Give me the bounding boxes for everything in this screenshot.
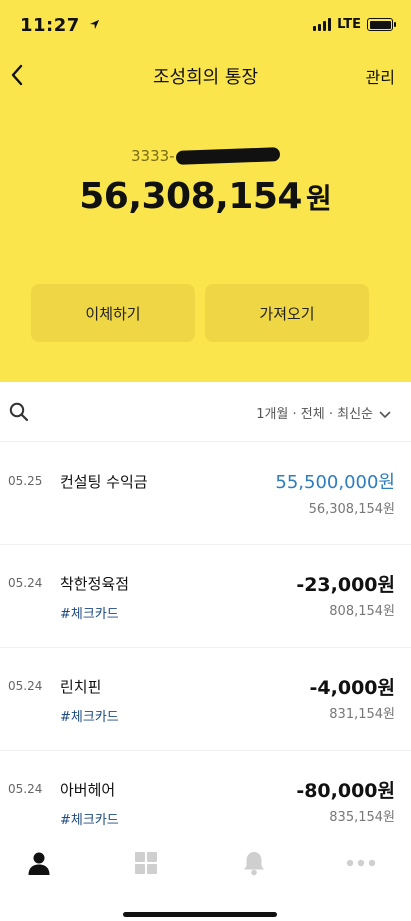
page-title: 조성희의 통장 [152, 67, 259, 88]
transaction-row[interactable]: 05.24 린치핀 #체크카드 -4,000원 831,154원 [0, 648, 411, 751]
transaction-name: 린치핀 [60, 678, 102, 696]
tab-my-account[interactable] [24, 848, 54, 878]
manage-button[interactable]: 관리 [366, 64, 395, 88]
account-balance: 56,308,154 원 [0, 176, 411, 217]
tab-services[interactable] [131, 848, 161, 878]
account-number-redaction [175, 147, 280, 165]
transaction-balance: 808,154원 [329, 604, 395, 619]
transaction-date: 05.25 [8, 474, 43, 488]
balance-amount: 56,308,154 [79, 176, 302, 217]
filter-options[interactable]: 1개월 · 전체 · 최신순 [256, 403, 373, 422]
transaction-date: 05.24 [8, 576, 43, 590]
network-label: LTE [337, 17, 361, 32]
search-icon [9, 402, 29, 422]
status-bar: 11:27 LTE [0, 0, 411, 52]
account-number-prefix: 3333- [131, 147, 175, 165]
transaction-tag[interactable]: #체크카드 [60, 603, 119, 622]
person-icon [28, 852, 50, 875]
transaction-amount: 55,500,000원 [275, 472, 395, 493]
transaction-amount: -23,000원 [296, 574, 395, 596]
chevron-down-icon [379, 411, 391, 418]
transaction-amount: -80,000원 [296, 780, 395, 802]
fetch-button[interactable]: 가져오기 [205, 284, 369, 342]
battery-icon [367, 18, 396, 31]
account-number[interactable]: 3333- [131, 147, 280, 165]
more-icon [346, 859, 376, 867]
tab-more[interactable] [346, 848, 376, 878]
transaction-name: 착한정육점 [60, 575, 130, 593]
transaction-name: 컨설팅 수익금 [60, 473, 148, 491]
transaction-balance: 831,154원 [329, 707, 395, 722]
transfer-button[interactable]: 이체하기 [31, 284, 195, 342]
nav-header: 조성희의 통장 관리 [0, 52, 411, 98]
transaction-tag[interactable]: #체크카드 [60, 809, 119, 828]
search-button[interactable] [9, 402, 29, 422]
status-time: 11:27 [20, 15, 100, 36]
grid-icon [135, 852, 157, 874]
bottom-tab-bar [0, 832, 411, 921]
transaction-row[interactable]: 05.25 컨설팅 수익금 55,500,000원 56,308,154원 [0, 443, 411, 545]
location-arrow-icon [89, 19, 99, 30]
filter-dropdown[interactable] [379, 405, 391, 418]
bell-icon [244, 852, 264, 876]
balance-currency: 원 [305, 182, 332, 215]
transaction-balance: 835,154원 [329, 810, 395, 825]
transaction-date: 05.24 [8, 782, 43, 796]
transaction-date: 05.24 [8, 679, 43, 693]
filter-bar: 1개월 · 전체 · 최신순 [0, 382, 411, 442]
transaction-balance: 56,308,154원 [308, 502, 395, 517]
home-indicator[interactable] [123, 912, 277, 917]
transaction-row[interactable]: 05.24 착한정육점 #체크카드 -23,000원 808,154원 [0, 545, 411, 648]
signal-icon [313, 18, 332, 31]
transaction-amount: -4,000원 [309, 677, 395, 699]
transaction-name: 아버헤어 [60, 781, 116, 799]
tab-notifications[interactable] [239, 848, 269, 878]
transaction-tag[interactable]: #체크카드 [60, 706, 119, 725]
